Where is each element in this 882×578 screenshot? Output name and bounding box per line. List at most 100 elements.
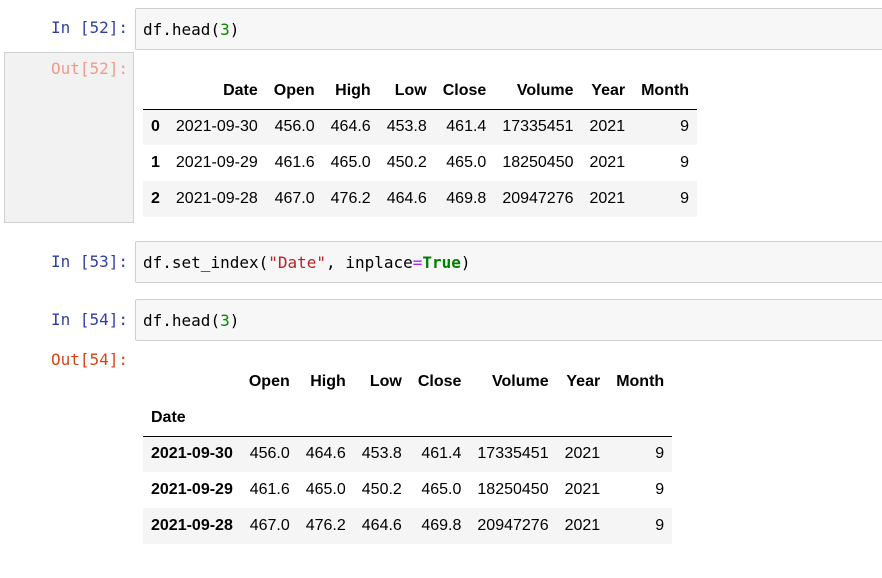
code-token: 3: [220, 19, 230, 39]
code-cell-52[interactable]: df. head(3): [135, 8, 882, 50]
column-header: Open: [273, 81, 315, 99]
table-cell: 461.6: [249, 481, 290, 498]
column-header: [143, 364, 241, 400]
table-cell: 467.0: [249, 517, 290, 534]
code-token: (: [210, 19, 221, 39]
column-header: Month: [641, 81, 690, 99]
dataframe-output-54: Open High Low Close Volume Year Month Da…: [143, 364, 673, 544]
column-header: Volume: [516, 81, 574, 99]
table-cell: 464.6: [305, 445, 346, 463]
output-prompt-54: Out[54]:: [50, 350, 128, 369]
code-token: .: [162, 310, 172, 330]
column-header: High: [310, 373, 346, 390]
table-row: 2021-09-29 461.6 465.0 450.2 465.0 18250…: [143, 472, 672, 508]
code-token: ): [229, 310, 240, 330]
code-token: "Date": [268, 252, 327, 272]
table-cell: 453.8: [386, 118, 427, 136]
empty-header: [469, 400, 556, 436]
column-header: Volume: [491, 373, 549, 390]
row-index: 1: [151, 154, 160, 171]
empty-header: [241, 400, 298, 436]
output-prompt-52: Out[52]:: [50, 59, 128, 78]
code-token: df: [143, 252, 163, 272]
row-index: 2: [151, 190, 160, 207]
row-index: 2021-09-28: [151, 517, 233, 534]
table-cell: 465.0: [305, 481, 346, 498]
code-cell-54[interactable]: df. head(3): [135, 299, 882, 341]
table-cell: 9: [680, 190, 690, 207]
table-cell: 450.2: [386, 154, 427, 171]
table-cell: 2021-09-30: [175, 118, 258, 136]
table-row: 2021-09-30 456.0 464.6 453.8 461.4 17335…: [143, 436, 673, 472]
table-cell: 17335451: [477, 445, 549, 463]
column-header: Date: [223, 81, 258, 99]
table-cell: 2021: [589, 154, 626, 171]
row-index: 2021-09-29: [151, 481, 233, 498]
table-row: 2 2021-09-28 467.0 476.2 464.6 469.8 209…: [143, 181, 698, 217]
empty-header: [298, 400, 354, 436]
input-prompt-53: In [53]:: [50, 252, 128, 271]
table-cell: 9: [680, 154, 690, 171]
table-cell: 9: [680, 118, 690, 136]
table-cell: 2021-09-29: [175, 154, 258, 171]
table-cell: 9: [655, 481, 665, 498]
table-cell: 2021: [564, 517, 601, 534]
table-row: 1 2021-09-29 461.6 465.0 450.2 465.0 182…: [143, 145, 697, 181]
table-cell: 2021-09-28: [175, 190, 258, 207]
table-cell: 465.0: [421, 481, 462, 498]
table-cell: 450.2: [361, 481, 402, 498]
row-index: 0: [151, 118, 160, 136]
table-row: 2021-09-28 467.0 476.2 464.6 469.8 20947…: [143, 508, 673, 544]
code-token: ,: [326, 252, 346, 272]
table-cell: 465.0: [330, 154, 371, 171]
empty-header: [608, 400, 672, 436]
table-cell: 9: [655, 445, 665, 463]
code-cell-53[interactable]: df. set_index("Date", inplace = True): [135, 241, 882, 283]
table-cell: 2021: [589, 118, 626, 136]
index-name-header: Date: [151, 408, 186, 426]
table-cell: 469.8: [446, 190, 487, 207]
column-header: Close: [417, 373, 462, 390]
input-prompt-52: In [52]:: [50, 18, 128, 37]
column-header: Close: [442, 81, 487, 99]
table-cell: 18250450: [502, 154, 574, 171]
table-cell: 469.8: [421, 517, 462, 534]
code-token: =: [412, 252, 423, 272]
column-header: [143, 73, 168, 109]
code-token: head: [171, 19, 211, 39]
empty-header: [410, 400, 470, 436]
code-token: True: [422, 252, 461, 272]
input-prompt-54: In [54]:: [50, 310, 128, 329]
table-cell: 461.6: [274, 154, 315, 171]
column-header: High: [335, 81, 371, 99]
empty-header: [354, 400, 410, 436]
table-cell: 464.6: [361, 517, 402, 534]
code-token: df: [143, 19, 163, 39]
table-cell: 467.0: [274, 190, 315, 207]
table-cell: 476.2: [305, 517, 346, 534]
code-token: ): [229, 19, 240, 39]
code-token: (: [210, 310, 221, 330]
column-header: Month: [616, 373, 665, 390]
table-cell: 476.2: [330, 190, 371, 207]
table-cell: 17335451: [502, 118, 574, 136]
table-cell: 464.6: [330, 118, 371, 136]
table-cell: 9: [655, 517, 665, 534]
table-cell: 465.0: [446, 154, 487, 171]
table-cell: 456.0: [249, 445, 290, 463]
table-cell: 461.4: [421, 445, 462, 463]
row-index: 2021-09-30: [151, 445, 233, 463]
table-cell: 2021: [564, 481, 601, 498]
column-header: Year: [591, 81, 626, 99]
code-token: set_index: [171, 252, 259, 272]
table-cell: 18250450: [477, 481, 549, 498]
column-header: Low: [369, 373, 402, 390]
table-row: 0 2021-09-30 456.0 464.6 453.8 461.4 173…: [143, 109, 698, 145]
table-cell: 20947276: [502, 190, 574, 207]
code-token: .: [162, 19, 172, 39]
table-cell: 456.0: [274, 118, 315, 136]
table-cell: 464.6: [386, 190, 427, 207]
column-header: Open: [248, 373, 290, 390]
code-token: (: [258, 252, 269, 272]
code-token: df: [143, 310, 163, 330]
